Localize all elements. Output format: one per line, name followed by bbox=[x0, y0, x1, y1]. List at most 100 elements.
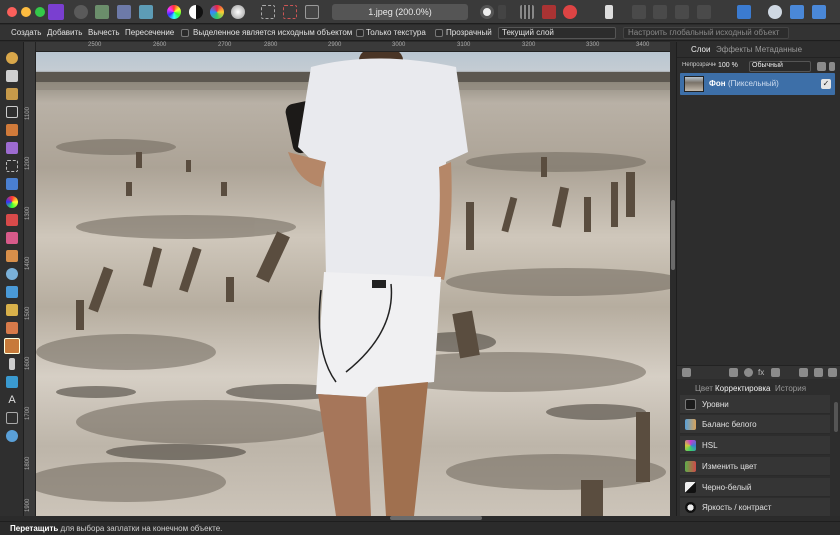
ruler-label: 2800 bbox=[264, 42, 278, 48]
clone-brush-icon[interactable] bbox=[6, 286, 18, 298]
subtract-button[interactable]: Вычесть bbox=[88, 27, 120, 39]
document-canvas[interactable] bbox=[36, 52, 670, 516]
mesh-warp-icon[interactable] bbox=[6, 412, 18, 424]
adjustment-replace-color[interactable]: Изменить цвет bbox=[680, 457, 830, 476]
window-icon[interactable] bbox=[812, 5, 826, 19]
pen-tool-icon[interactable] bbox=[9, 358, 15, 370]
color-wheel-icon[interactable] bbox=[167, 5, 181, 19]
vertical-scrollbar[interactable] bbox=[671, 200, 675, 270]
marquee-tool-icon[interactable] bbox=[6, 160, 18, 172]
adjustments-scrollbar[interactable] bbox=[834, 402, 838, 432]
ruler-label: 1700 bbox=[25, 406, 31, 420]
grid-icon[interactable] bbox=[520, 5, 534, 19]
chevron-down-icon[interactable] bbox=[498, 5, 506, 19]
add-layer-icon[interactable] bbox=[814, 368, 823, 377]
shape-tool-icon[interactable] bbox=[6, 376, 18, 388]
adjustment-label: Черно-белый bbox=[702, 483, 752, 492]
adjustment-brightness-contrast[interactable]: Яркость / контраст bbox=[680, 498, 830, 517]
gradient-tool-icon[interactable] bbox=[6, 196, 18, 208]
selection-brush-icon[interactable] bbox=[6, 124, 18, 136]
brush-settings-icon[interactable] bbox=[605, 5, 613, 19]
adjustment-white-balance[interactable]: Баланс белого bbox=[680, 415, 830, 434]
layers-stack-icon[interactable] bbox=[682, 368, 691, 377]
minimize-window-button[interactable] bbox=[21, 7, 31, 17]
close-window-button[interactable] bbox=[7, 7, 17, 17]
color-picker-icon[interactable] bbox=[6, 88, 18, 100]
zoom-window-button[interactable] bbox=[35, 7, 45, 17]
contrast-icon[interactable] bbox=[189, 5, 203, 19]
snapping-icon[interactable] bbox=[542, 5, 556, 19]
create-button[interactable]: Создать bbox=[11, 27, 41, 39]
tab-layers[interactable]: Слои bbox=[691, 45, 710, 54]
paint-brush-icon[interactable] bbox=[6, 214, 18, 226]
app-logo-icon bbox=[48, 4, 64, 20]
move-tool-icon[interactable] bbox=[6, 70, 18, 82]
deselect-icon[interactable] bbox=[283, 5, 297, 19]
adjustment-black-white[interactable]: Черно-белый bbox=[680, 478, 830, 497]
share-icon[interactable] bbox=[768, 5, 782, 19]
align-left-icon[interactable] bbox=[632, 5, 646, 19]
transparent-checkbox[interactable] bbox=[435, 29, 443, 37]
white-balance-icon[interactable] bbox=[231, 5, 245, 19]
hsl-icon[interactable] bbox=[210, 5, 224, 19]
gear-icon[interactable] bbox=[817, 62, 826, 71]
blur-brush-icon[interactable] bbox=[6, 268, 18, 280]
ruler-label: 3100 bbox=[457, 42, 471, 48]
persona-develop-icon[interactable] bbox=[117, 5, 131, 19]
studio-icon[interactable] bbox=[737, 5, 751, 19]
persona-tonemap-icon[interactable] bbox=[139, 5, 153, 19]
tab-color[interactable]: Цвет bbox=[695, 384, 713, 393]
selected-source-checkbox[interactable] bbox=[181, 29, 189, 37]
assistant-icon[interactable] bbox=[563, 5, 577, 19]
zoom-tool-icon[interactable] bbox=[6, 430, 18, 442]
adjustment-label: HSL bbox=[702, 441, 718, 450]
layer-type: (Пиксельный) bbox=[728, 79, 779, 88]
layer-row[interactable]: Фон (Пиксельный) ✓ bbox=[680, 73, 835, 95]
erase-brush-icon[interactable] bbox=[6, 232, 18, 244]
ruler-label: 1300 bbox=[25, 206, 31, 220]
flood-fill-icon[interactable] bbox=[6, 178, 18, 190]
marquee-icon[interactable] bbox=[261, 5, 275, 19]
layer-visibility-checkbox[interactable]: ✓ bbox=[821, 79, 831, 89]
patch-tool-icon[interactable] bbox=[4, 338, 20, 354]
adjustment-levels[interactable]: Уровни bbox=[680, 395, 830, 414]
fx-icon[interactable]: fx bbox=[758, 368, 767, 377]
tab-adjustment[interactable]: Корректировка bbox=[715, 384, 770, 393]
add-button[interactable]: Добавить bbox=[47, 27, 82, 39]
quick-mask-icon[interactable] bbox=[480, 5, 494, 19]
inpainting-brush-icon[interactable] bbox=[6, 322, 18, 334]
crop-tool-icon[interactable] bbox=[6, 106, 18, 118]
group-folder-icon[interactable] bbox=[799, 368, 808, 377]
tab-history[interactable]: История bbox=[775, 384, 806, 393]
document-title[interactable]: 1.jpeg (200.0%) bbox=[332, 4, 468, 20]
adjustment-hsl[interactable]: HSL bbox=[680, 436, 830, 455]
context-toolbar: Создать Добавить Вычесть Пересечение Выд… bbox=[0, 25, 840, 41]
horizontal-scrollbar[interactable] bbox=[390, 516, 482, 520]
arrange-icon[interactable] bbox=[697, 5, 711, 19]
align-center-icon[interactable] bbox=[653, 5, 667, 19]
texture-only-checkbox[interactable] bbox=[356, 29, 364, 37]
tab-metadata[interactable]: Метаданные bbox=[755, 45, 802, 54]
black-white-icon bbox=[685, 482, 696, 493]
mask-icon[interactable] bbox=[729, 368, 738, 377]
adjustment-icon[interactable] bbox=[744, 368, 753, 377]
invert-selection-icon[interactable] bbox=[305, 5, 319, 19]
ruler-label: 3000 bbox=[392, 42, 406, 48]
trash-icon[interactable] bbox=[828, 368, 837, 377]
transparent-label: Прозрачный bbox=[446, 28, 492, 37]
tab-effects[interactable]: Эффекты bbox=[716, 45, 752, 54]
dodge-brush-icon[interactable] bbox=[6, 250, 18, 262]
live-filter-icon[interactable] bbox=[771, 368, 780, 377]
persona-photo-icon[interactable] bbox=[74, 5, 88, 19]
magic-wand-icon[interactable] bbox=[6, 142, 18, 154]
text-tool-icon[interactable]: A bbox=[6, 394, 18, 406]
hand-tool-icon[interactable] bbox=[6, 52, 18, 64]
align-right-icon[interactable] bbox=[675, 5, 689, 19]
persona-liquify-icon[interactable] bbox=[95, 5, 109, 19]
healing-brush-icon[interactable] bbox=[6, 304, 18, 316]
export-icon[interactable] bbox=[790, 5, 804, 19]
right-panel: Слои Эффекты Метаданные Непрозрачность 1… bbox=[676, 42, 840, 517]
lock-icon[interactable] bbox=[829, 62, 835, 71]
opacity-value[interactable]: 100 % bbox=[718, 62, 738, 69]
intersect-button[interactable]: Пересечение bbox=[125, 27, 174, 39]
